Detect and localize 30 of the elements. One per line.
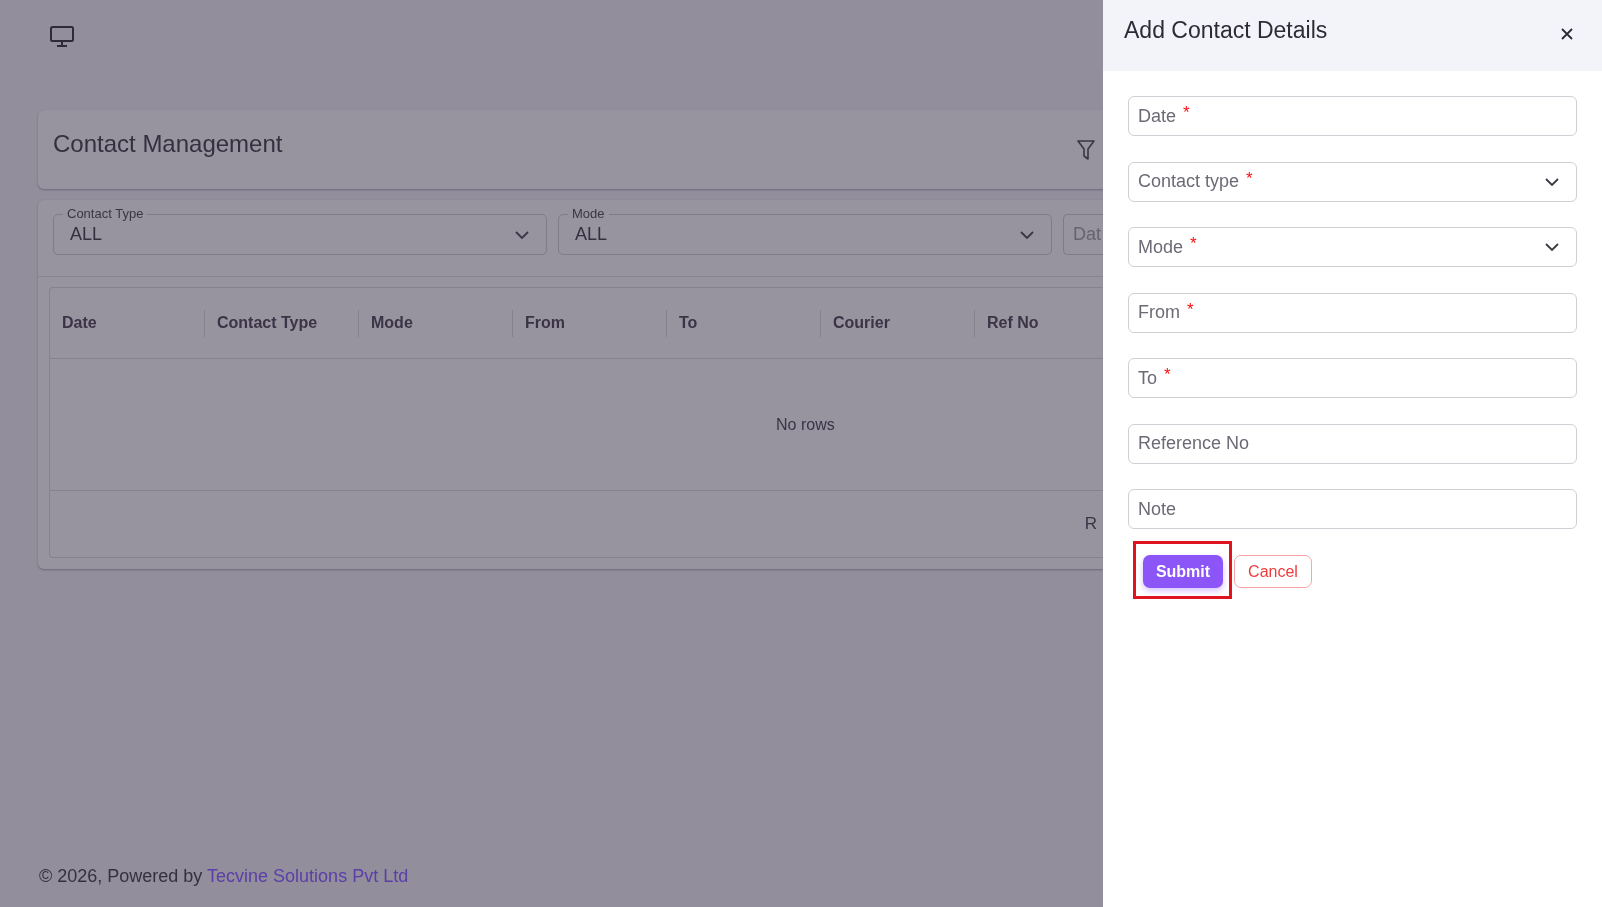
filter-icon[interactable] xyxy=(1077,140,1095,160)
chevron-down-icon xyxy=(1545,177,1559,186)
column-header: To xyxy=(679,314,698,332)
empty-message: No rows xyxy=(776,415,835,434)
submit-button[interactable]: Submit xyxy=(1143,555,1223,588)
chevron-down-icon xyxy=(515,230,529,239)
column-header: Ref No xyxy=(987,314,1039,332)
chevron-down-icon xyxy=(1020,230,1034,239)
select-field[interactable]: Contact type * xyxy=(1128,161,1577,202)
cancel-button[interactable]: Cancel xyxy=(1234,555,1312,588)
page-title: Contact Management xyxy=(53,129,283,159)
column-header: Contact Type xyxy=(217,314,318,332)
input-field[interactable]: Note xyxy=(1128,489,1577,529)
field-label: Contact Type xyxy=(63,207,148,221)
column-header: Courier xyxy=(833,314,890,332)
input-field[interactable]: To * xyxy=(1128,358,1577,398)
chevron-down-icon xyxy=(1545,243,1559,251)
input-field[interactable]: From * xyxy=(1128,292,1577,333)
select-field[interactable]: Mode * xyxy=(1128,227,1577,267)
column-header: From xyxy=(525,314,565,332)
drawer-title: Add Contact Details xyxy=(1124,16,1328,44)
copyright-text: © 2026, Powered by Tecvine Solutions Pvt Ltd xyxy=(39,865,409,887)
close-icon[interactable] xyxy=(1561,28,1573,40)
input-field[interactable]: Date * xyxy=(1128,96,1577,136)
monitor-icon[interactable] xyxy=(50,26,74,47)
column-header: Date xyxy=(62,314,97,332)
field-label: Mode xyxy=(568,207,609,221)
table-footer-text: R xyxy=(1084,514,1097,534)
column-header: Mode xyxy=(371,314,413,332)
input-field[interactable]: Reference No xyxy=(1128,423,1577,464)
